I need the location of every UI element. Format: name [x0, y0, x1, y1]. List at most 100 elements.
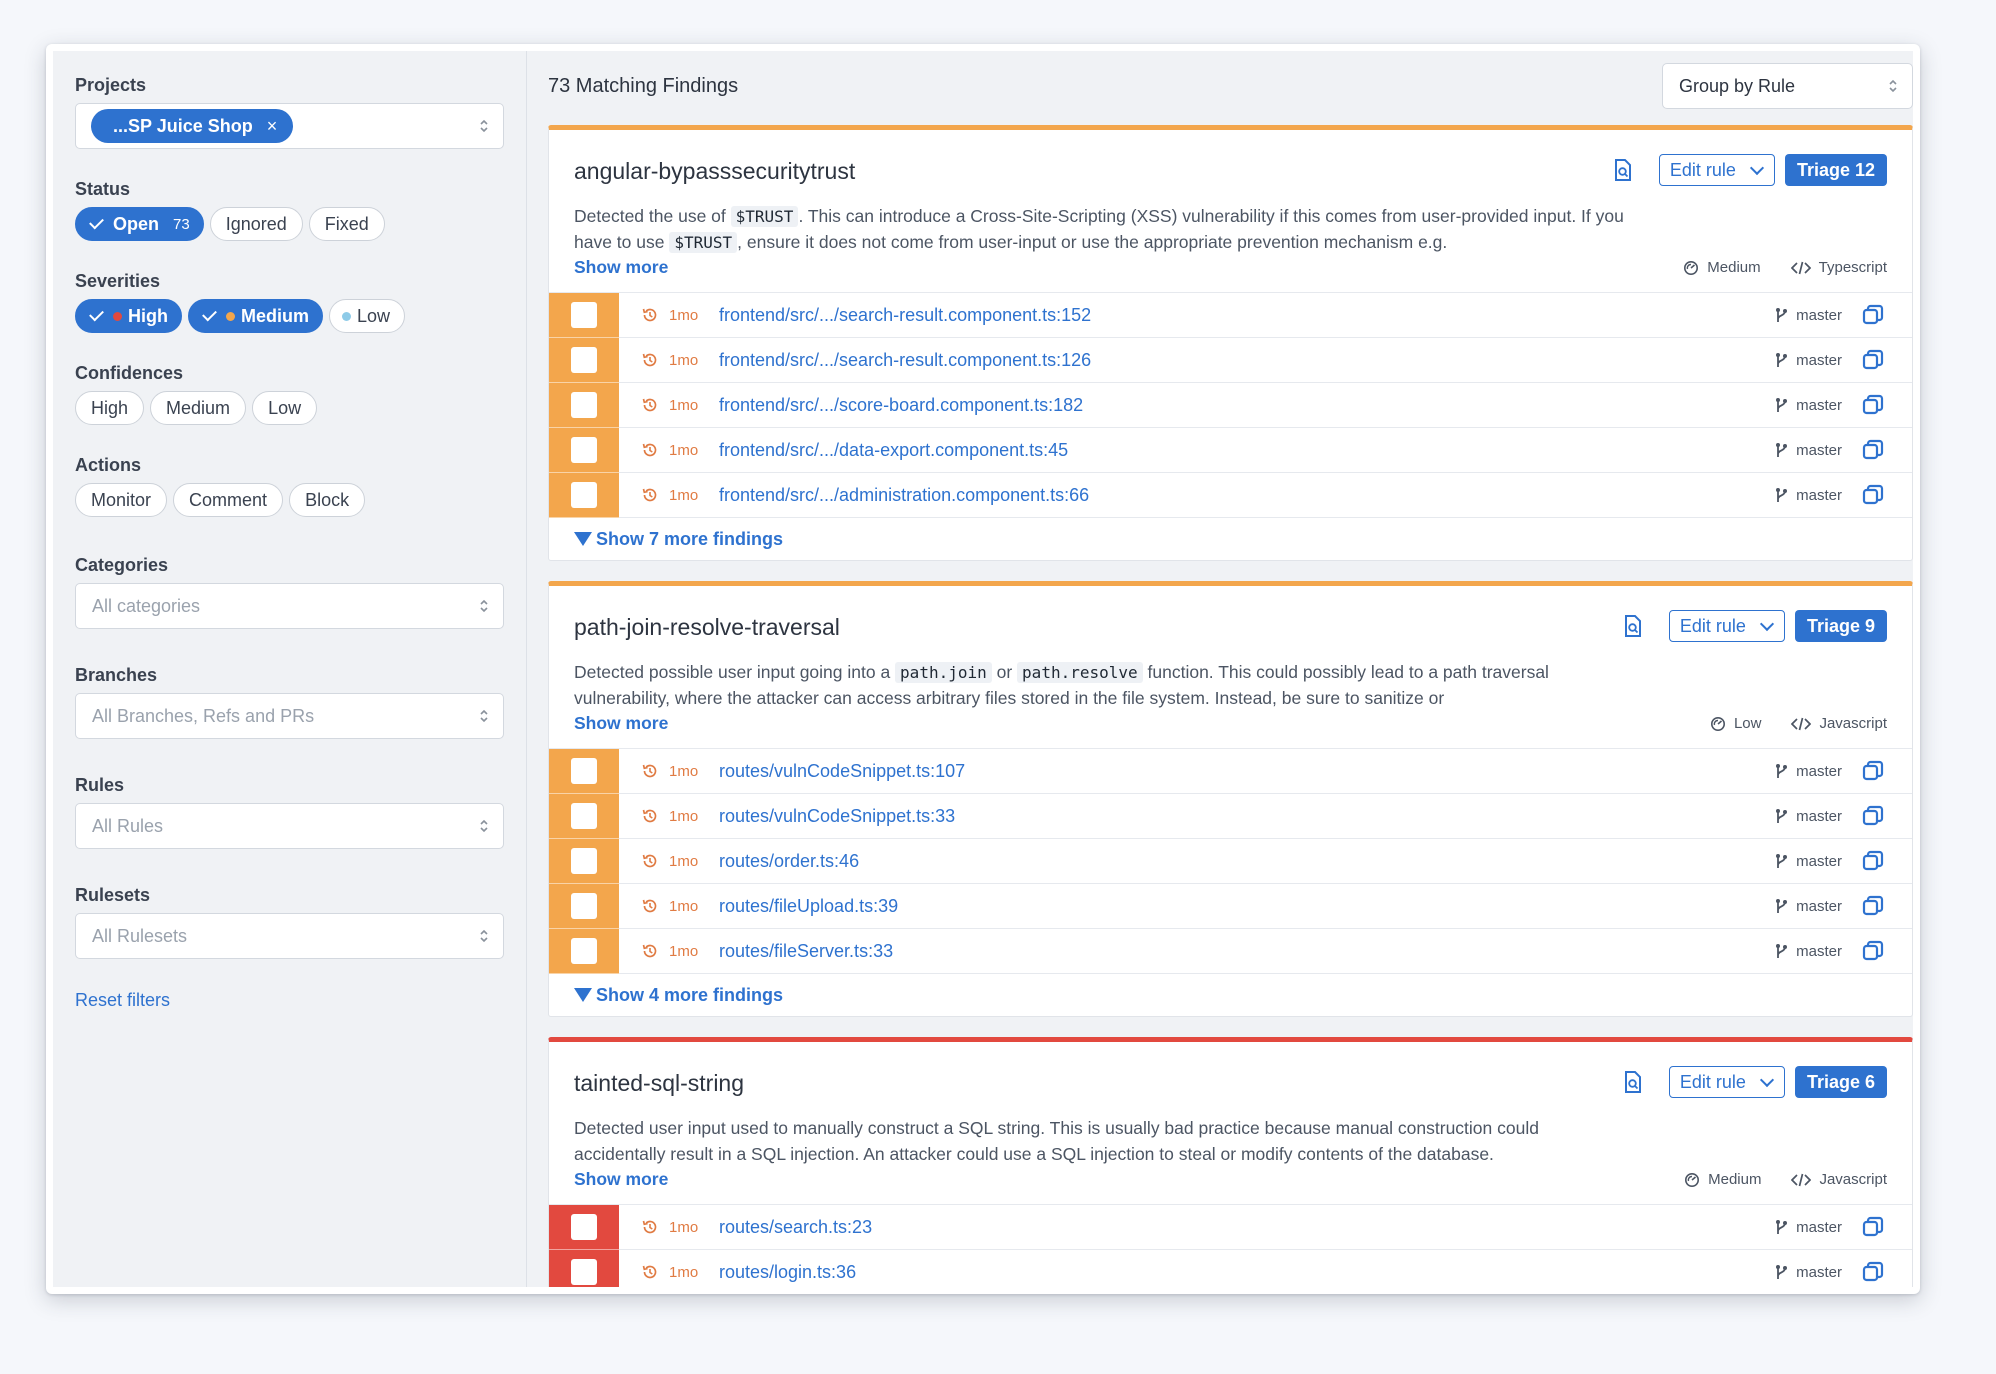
rule-description-text: Detected possible user input going into … — [574, 662, 896, 682]
finding-row[interactable]: 1mo routes/search.ts:23 master — [549, 1204, 1912, 1250]
finding-checkbox[interactable] — [571, 1258, 597, 1285]
categories-select[interactable]: All categories — [75, 583, 504, 629]
finding-row[interactable]: 1mo frontend/src/.../administration.compo… — [549, 472, 1912, 518]
finding-file-link[interactable]: routes/vulnCodeSnippet.ts:107 — [719, 761, 965, 782]
triage-button[interactable]: Triage 9 — [1794, 610, 1887, 642]
projects-select[interactable]: ...SP Juice Shop × — [75, 103, 504, 149]
rulesets-select[interactable]: All Rulesets — [75, 913, 504, 959]
finding-file-link[interactable]: routes/search.ts:23 — [719, 1217, 872, 1238]
app-window: Projects ...SP Juice Shop × Status Open … — [46, 44, 1920, 1294]
finding-row[interactable]: 1mo frontend/src/.../data-export.componen… — [549, 427, 1912, 473]
project-pill: ...SP Juice Shop × — [91, 109, 294, 143]
confidence-value: Medium — [1707, 258, 1761, 276]
finding-branch: master — [1775, 1219, 1842, 1236]
copy-icon[interactable] — [1862, 805, 1884, 827]
rule-card-header: angular-bypasssecuritytrust Edit rule Tria… — [549, 130, 1912, 204]
finding-checkbox[interactable] — [571, 757, 597, 784]
finding-age: 1mo — [669, 306, 699, 324]
copy-icon[interactable] — [1862, 394, 1884, 416]
language-meta: Typescript — [1790, 255, 1887, 281]
copy-icon[interactable] — [1862, 1216, 1884, 1238]
finding-checkbox[interactable] — [571, 802, 597, 829]
edit-rule-button[interactable]: Edit rule — [1658, 154, 1775, 186]
finding-row[interactable]: 1mo frontend/src/.../search-result.compon… — [549, 292, 1912, 338]
finding-file-link[interactable]: frontend/src/.../search-result.component… — [719, 305, 1091, 326]
copy-icon[interactable] — [1862, 349, 1884, 371]
remove-project-icon[interactable]: × — [267, 116, 278, 137]
finding-row[interactable]: 1mo routes/login.ts:36 master — [549, 1249, 1912, 1287]
status-chip-ignored[interactable]: Ignored — [209, 207, 303, 241]
show-more-findings-button[interactable]: Show 7 more findings — [549, 518, 1912, 560]
finding-file-link[interactable]: frontend/src/.../search-result.component… — [719, 350, 1091, 371]
copy-icon[interactable] — [1862, 439, 1884, 461]
edit-rule-button[interactable]: Edit rule — [1668, 1066, 1785, 1098]
severity-chip-medium[interactable]: Medium — [188, 299, 324, 333]
confidence-chip-low[interactable]: Low — [252, 391, 318, 425]
rules-select[interactable]: All Rules — [75, 803, 504, 849]
finding-file-link[interactable]: routes/fileServer.ts:33 — [719, 941, 893, 962]
reset-filters-link[interactable]: Reset filters — [75, 990, 170, 1010]
finding-row[interactable]: 1mo routes/fileServer.ts:33 master — [549, 928, 1912, 974]
finding-file-link[interactable]: frontend/src/.../score-board.component.t… — [719, 395, 1083, 416]
finding-checkbox[interactable] — [571, 937, 597, 964]
action-chip-monitor[interactable]: Monitor — [75, 483, 168, 517]
finding-row[interactable]: 1mo routes/order.ts:46 master — [549, 838, 1912, 884]
copy-icon[interactable] — [1862, 484, 1884, 506]
finding-file-link[interactable]: frontend/src/.../administration.componen… — [719, 485, 1089, 506]
rule-docs-icon[interactable] — [1619, 612, 1647, 640]
finding-checkbox[interactable] — [571, 1213, 597, 1240]
copy-icon[interactable] — [1862, 940, 1884, 962]
severity-bar — [549, 292, 619, 338]
branch-name: master — [1796, 441, 1842, 459]
severity-bar — [549, 337, 619, 383]
edit-rule-button[interactable]: Edit rule — [1668, 610, 1785, 642]
finding-row[interactable]: 1mo routes/fileUpload.ts:39 master — [549, 883, 1912, 929]
copy-icon[interactable] — [1862, 1261, 1884, 1283]
show-more-link[interactable]: Show more — [574, 255, 668, 281]
finding-checkbox[interactable] — [571, 847, 597, 874]
copy-icon[interactable] — [1862, 304, 1884, 326]
finding-file-link[interactable]: routes/login.ts:36 — [719, 1262, 856, 1283]
branch-icon — [1775, 1264, 1788, 1280]
show-more-link[interactable]: Show more — [574, 711, 668, 737]
rule-docs-icon[interactable] — [1619, 1068, 1647, 1096]
finding-file-link[interactable]: frontend/src/.../data-export.component.t… — [719, 440, 1068, 461]
status-chip-fixed[interactable]: Fixed — [308, 207, 385, 241]
finding-checkbox[interactable] — [571, 481, 597, 508]
finding-checkbox[interactable] — [571, 346, 597, 373]
triage-button[interactable]: Triage 6 — [1794, 1066, 1887, 1098]
branches-placeholder: All Branches, Refs and PRs — [92, 705, 315, 726]
status-chip-open[interactable]: Open 73 — [75, 207, 204, 241]
finding-row[interactable]: 1mo frontend/src/.../search-result.compon… — [549, 337, 1912, 383]
branch-name: master — [1796, 306, 1842, 324]
finding-checkbox[interactable] — [571, 391, 597, 418]
finding-checkbox[interactable] — [571, 301, 597, 328]
branch-name: master — [1796, 396, 1842, 414]
finding-row[interactable]: 1mo routes/vulnCodeSnippet.ts:107 master — [549, 748, 1912, 794]
show-more-findings-button[interactable]: Show 4 more findings — [549, 974, 1912, 1016]
finding-file-link[interactable]: routes/fileUpload.ts:39 — [719, 896, 898, 917]
finding-checkbox[interactable] — [571, 892, 597, 919]
finding-branch: master — [1775, 898, 1842, 915]
show-more-link[interactable]: Show more — [574, 1167, 668, 1193]
confidence-chip-high[interactable]: High — [75, 391, 145, 425]
finding-file-link[interactable]: routes/order.ts:46 — [719, 851, 859, 872]
group-by-select[interactable]: Group by Rule — [1662, 63, 1913, 109]
copy-icon[interactable] — [1862, 895, 1884, 917]
finding-row[interactable]: 1mo frontend/src/.../score-board.componen… — [549, 382, 1912, 428]
finding-row[interactable]: 1mo routes/vulnCodeSnippet.ts:33 master — [549, 793, 1912, 839]
copy-icon[interactable] — [1862, 760, 1884, 782]
confidence-chip-medium[interactable]: Medium — [150, 391, 247, 425]
severity-chip-low[interactable]: Low — [329, 299, 406, 333]
copy-icon[interactable] — [1862, 850, 1884, 872]
action-chip-comment[interactable]: Comment — [173, 483, 284, 517]
finding-file-link[interactable]: routes/vulnCodeSnippet.ts:33 — [719, 806, 955, 827]
rule-card-actions: Edit rule Triage 6 — [1619, 1066, 1887, 1098]
severity-chip-high[interactable]: High — [75, 299, 182, 333]
branches-label: Branches — [75, 665, 158, 685]
action-chip-block[interactable]: Block — [289, 483, 366, 517]
branches-select[interactable]: All Branches, Refs and PRs — [75, 693, 504, 739]
finding-checkbox[interactable] — [571, 436, 597, 463]
rule-docs-icon[interactable] — [1609, 156, 1637, 184]
triage-button[interactable]: Triage 12 — [1784, 154, 1887, 186]
